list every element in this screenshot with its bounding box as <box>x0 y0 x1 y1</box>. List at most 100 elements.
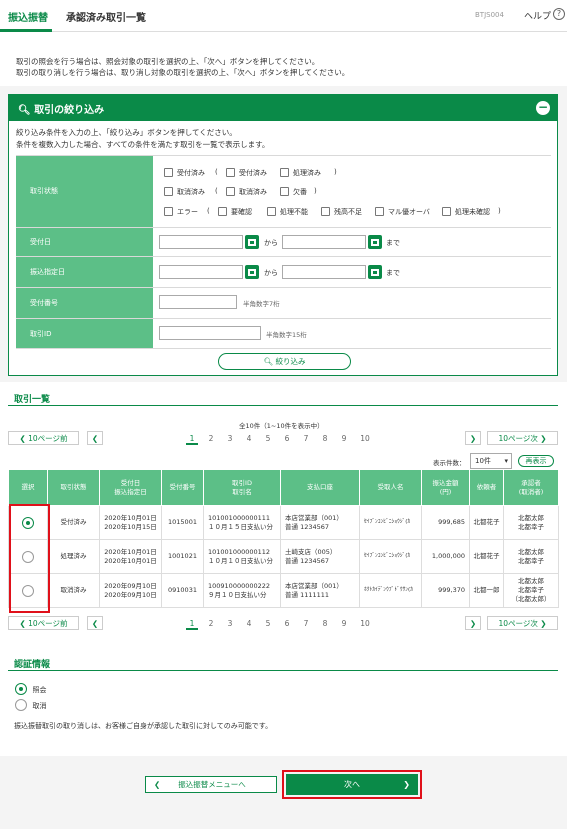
checkbox-processed[interactable] <box>280 168 289 177</box>
page-link[interactable]: 5 <box>262 619 274 630</box>
transfer-date-from-input[interactable] <box>159 265 243 279</box>
checkbox-label: 取消済み <box>177 188 205 196</box>
receipt-no-input[interactable] <box>159 295 237 309</box>
calendar-icon[interactable] <box>368 265 382 279</box>
paren: ) <box>334 168 337 176</box>
prev-10-pages-button[interactable]: ❮ 10ページ前 <box>8 616 79 630</box>
table-row[interactable]: 取消済み 2020年09月10日 2020年09月10日 0910031 1009… <box>8 573 559 608</box>
table-row[interactable]: 受付済み 2020年10月01日 2020年10月15日 1015001 1010… <box>8 505 559 540</box>
page-link[interactable]: 10 <box>357 619 373 630</box>
page-link[interactable]: 9 <box>338 619 350 630</box>
checkbox-insufficient[interactable] <box>321 207 330 216</box>
checkbox-unconfirmed[interactable] <box>442 207 451 216</box>
amount-cell: 999,685 <box>421 505 470 540</box>
back-button-label: 振込振替メニューへ <box>178 780 246 789</box>
checkbox-label: 欠番 <box>293 188 307 196</box>
page-link[interactable]: 4 <box>243 434 255 445</box>
page-link[interactable]: 7 <box>300 619 312 630</box>
page-link[interactable]: 6 <box>281 619 293 630</box>
txn-id-hint: 半角数字15桁 <box>266 331 307 339</box>
page-link[interactable]: 2 <box>205 619 217 630</box>
collapse-icon[interactable]: − <box>536 101 550 115</box>
page-link[interactable]: 6 <box>281 434 293 445</box>
transfer-date: 2020年09月10日 <box>104 590 157 599</box>
section-divider <box>8 670 558 671</box>
received-date: 2020年10月01日 <box>104 547 157 556</box>
page-link[interactable]: 1 <box>186 619 198 630</box>
txn-name: ９月１０日支払い分 <box>208 590 267 599</box>
checkbox-unprocessable[interactable] <box>267 207 276 216</box>
table-row[interactable]: 処理済み 2020年10月01日 2020年10月01日 1001021 1010… <box>8 539 559 574</box>
checkbox-received[interactable] <box>164 168 173 177</box>
next-10-pages-button[interactable]: 10ページ次 ❯ <box>487 431 558 445</box>
filter-submit-button[interactable]: 🔍︎ 絞り込み <box>218 353 351 370</box>
page-link[interactable]: 3 <box>224 619 236 630</box>
page-link[interactable]: 5 <box>262 434 274 445</box>
checkbox-maruyu-over[interactable] <box>375 207 384 216</box>
filter-desc-line-1: 絞り込み条件を入力の上、「絞り込み」ボタンを押してください。 <box>16 128 237 137</box>
help-link[interactable]: ヘルプ <box>524 9 551 22</box>
prev-10-pages-button[interactable]: ❮ 10ページ前 <box>8 431 79 445</box>
account-cell: 本店営業部（001） 普通 1234567 <box>280 505 360 540</box>
radio-cancel[interactable] <box>15 699 27 711</box>
approver-name: （北都太郎） <box>511 595 551 603</box>
checkbox-cancelled-sub[interactable] <box>226 187 235 196</box>
paren: ) <box>314 187 317 195</box>
txn-id: 101001000000111 <box>208 513 271 522</box>
radio-inquiry-label: 照会 <box>32 685 47 694</box>
transfer-date-to-input[interactable] <box>282 265 366 279</box>
column-header: 支払口座 <box>280 469 360 506</box>
calendar-icon[interactable] <box>368 235 382 249</box>
account-cell: 土崎支店（005） 普通 1234567 <box>280 539 360 574</box>
page-link[interactable]: 1 <box>186 434 198 445</box>
received-date-from-input[interactable] <box>159 235 243 249</box>
next-10-pages-button[interactable]: 10ページ次 ❯ <box>487 616 558 630</box>
checkbox-error[interactable] <box>164 207 173 216</box>
approver-name: 北都太郎 <box>518 513 544 522</box>
page-link[interactable]: 10 <box>357 434 373 445</box>
next-button[interactable]: 次へ ❯ <box>286 774 418 795</box>
account-cell: 本店営業部（001） 普通 1111111 <box>280 573 360 608</box>
page-link[interactable]: 4 <box>243 619 255 630</box>
redisplay-button[interactable]: 再表示 <box>518 455 554 467</box>
auth-option-cancel[interactable]: 取消 <box>15 699 47 711</box>
checkbox-needs-check[interactable] <box>218 207 227 216</box>
received-date-to-input[interactable] <box>282 235 366 249</box>
checkbox-received-sub[interactable] <box>226 168 235 177</box>
page-link[interactable]: 8 <box>319 619 331 630</box>
checkbox-label: 処理済み <box>293 169 321 177</box>
date-cell: 2020年09月10日 2020年09月10日 <box>99 573 162 608</box>
txn-name: １０月１０日支払い分 <box>208 556 273 565</box>
help-icon[interactable]: ? <box>553 8 565 20</box>
column-header: 受付番号 <box>161 469 204 506</box>
page-link[interactable]: 3 <box>224 434 236 445</box>
next-page-button[interactable]: ❯ <box>465 431 481 445</box>
txn-id-input[interactable] <box>159 326 261 340</box>
calendar-icon[interactable] <box>245 265 259 279</box>
chevron-left-icon: ❮ <box>19 433 29 443</box>
next-page-button[interactable]: ❯ <box>465 616 481 630</box>
intro-line-1: 取引の照会を行う場合は、照会対象の取引を選択の上、「次へ」ボタンを押してください… <box>16 57 320 66</box>
back-to-menu-button[interactable]: ❮ 振込振替メニューへ <box>145 776 277 793</box>
prev-page-button[interactable]: ❮ <box>87 616 103 630</box>
account-branch: 土崎支店（005） <box>285 547 337 556</box>
page-link[interactable]: 9 <box>338 434 350 445</box>
calendar-icon[interactable] <box>245 235 259 249</box>
page-link[interactable]: 2 <box>205 434 217 445</box>
auth-option-inquiry[interactable]: 照会 <box>15 683 47 695</box>
prev-page-button[interactable]: ❮ <box>87 431 103 445</box>
approver-cell: 北都太郎 北都幸子 <box>503 505 559 540</box>
per-page-select[interactable]: 10件 ▾ <box>470 453 512 469</box>
intro-line-2: 取引の取り消しを行う場合は、取り消し対象の取引を選択の上、「次へ」ボタンを押して… <box>16 68 350 77</box>
checkbox-missing[interactable] <box>280 187 289 196</box>
page-link[interactable]: 8 <box>319 434 331 445</box>
chevron-right-icon: ❯ <box>469 433 477 443</box>
radio-inquiry[interactable] <box>15 683 27 695</box>
checkbox-label: マル優オーバ <box>388 208 430 216</box>
page-link[interactable]: 7 <box>300 434 312 445</box>
tab-transfer[interactable]: 振込振替 <box>8 9 48 24</box>
checkbox-cancelled[interactable] <box>164 187 173 196</box>
divider <box>16 155 551 156</box>
from-label: から <box>264 239 278 247</box>
receipt-cell: 0910031 <box>161 573 204 608</box>
